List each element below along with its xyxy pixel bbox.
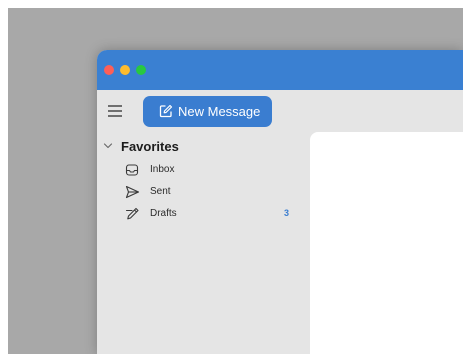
message-list-pane[interactable]: [310, 132, 463, 354]
minimize-window-button[interactable]: [120, 65, 130, 75]
unread-count-badge: 3: [284, 208, 290, 218]
compose-icon: [159, 104, 173, 118]
sidebar-item-label: Sent: [150, 186, 171, 197]
close-window-button[interactable]: [104, 65, 114, 75]
sidebar-item-label: Inbox: [150, 164, 175, 175]
new-message-button[interactable]: New Message: [143, 96, 272, 127]
inbox-tray-icon: [125, 164, 139, 176]
favorites-section-header[interactable]: Favorites: [103, 138, 179, 154]
hamburger-icon[interactable]: [108, 104, 123, 117]
sidebar-item-inbox[interactable]: Inbox: [125, 162, 295, 180]
pencil-icon: [125, 207, 139, 220]
sidebar-item-sent[interactable]: Sent: [125, 184, 295, 202]
new-message-label: New Message: [178, 104, 261, 119]
paper-plane-icon: [125, 185, 140, 199]
zoom-window-button[interactable]: [136, 65, 146, 75]
chevron-down-icon[interactable]: [103, 141, 113, 151]
sidebar-item-drafts[interactable]: Drafts 3: [125, 206, 295, 224]
sidebar-item-label: Drafts: [150, 208, 177, 219]
favorites-title: Favorites: [121, 138, 179, 154]
mail-window: New Message Favorites Inbox Sent Drafts …: [97, 50, 463, 354]
title-bar[interactable]: [97, 50, 463, 90]
desktop-background-left: [0, 0, 8, 354]
desktop-background-top: [0, 0, 463, 8]
